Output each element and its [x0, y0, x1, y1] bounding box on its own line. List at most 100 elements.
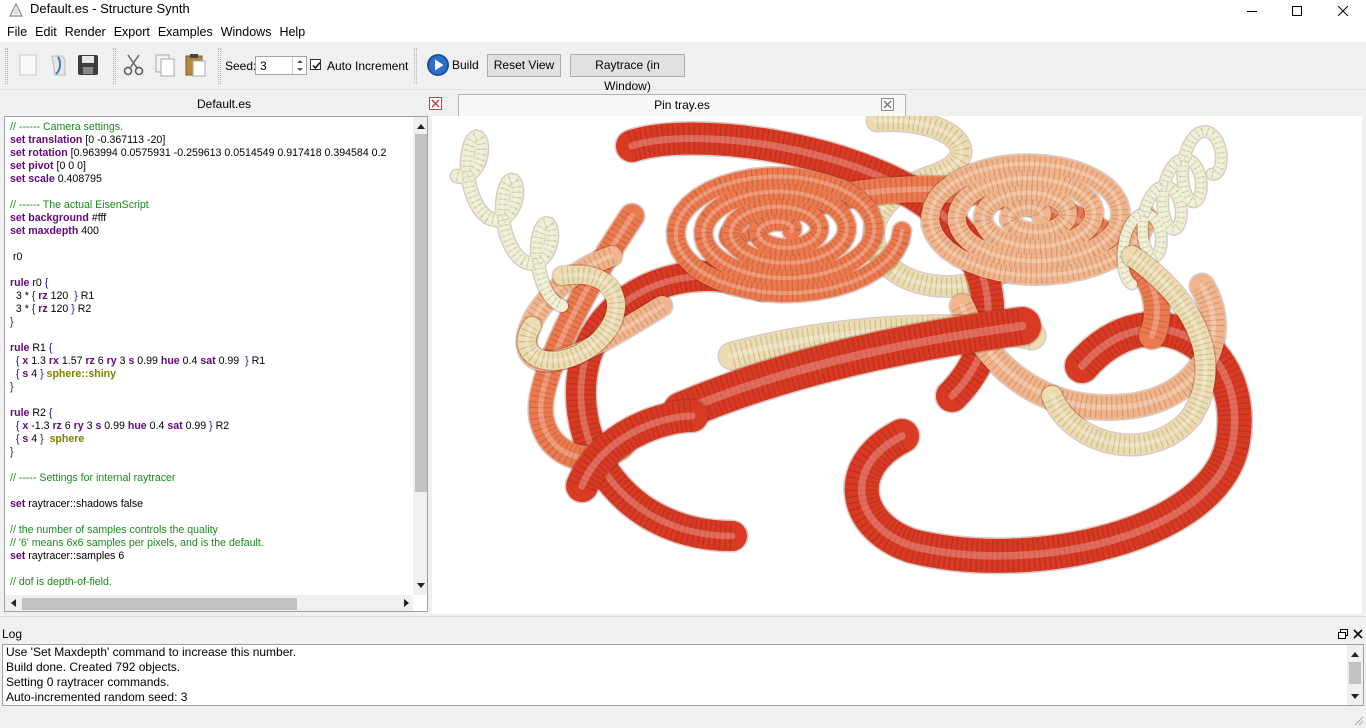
- code-line[interactable]: set scale 0.408795: [10, 173, 410, 186]
- seed-spinner-arrows[interactable]: [292, 57, 306, 74]
- code-line[interactable]: // '6' means 6x6 samples per pixels, and…: [10, 537, 410, 550]
- editor-horizontal-scrollbar[interactable]: [5, 595, 413, 612]
- code-line[interactable]: [10, 563, 410, 576]
- code-token: 3: [116, 355, 129, 367]
- scroll-right-icon[interactable]: [399, 595, 413, 612]
- code-line[interactable]: // ------ Camera settings.: [10, 121, 410, 134]
- code-token: 0.99: [182, 420, 210, 432]
- open-file-icon[interactable]: [47, 52, 71, 78]
- float-icon[interactable]: [1338, 629, 1348, 639]
- editor-hscroll-thumb[interactable]: [22, 598, 297, 610]
- code-line[interactable]: }: [10, 381, 410, 394]
- editor-tab-default[interactable]: Default.es: [4, 94, 444, 114]
- menu-examples[interactable]: Examples: [158, 22, 213, 42]
- minimize-button[interactable]: [1229, 0, 1275, 22]
- editor-tab-close-button[interactable]: [429, 97, 442, 110]
- code-editor[interactable]: // ------ Camera settings. set translatio…: [4, 116, 428, 612]
- code-token: {: [10, 433, 23, 445]
- code-line[interactable]: rule r0 {: [10, 277, 410, 290]
- raytrace-in-window-button[interactable]: Raytrace (in Window): [570, 54, 685, 93]
- code-line[interactable]: [10, 485, 410, 498]
- code-line[interactable]: // ----- Settings for internal raytracer: [10, 472, 410, 485]
- code-token: raytracer::samples 6: [25, 550, 125, 562]
- seed-value[interactable]: 3: [260, 59, 267, 73]
- menu-file[interactable]: File: [7, 22, 27, 42]
- code-line[interactable]: rule R1 {: [10, 342, 410, 355]
- editor-vertical-scrollbar[interactable]: [413, 117, 428, 595]
- code-line[interactable]: { x 1.3 rx 1.57 rz 6 ry 3 s 0.99 hue 0.4…: [10, 355, 410, 368]
- menu-export[interactable]: Export: [114, 22, 150, 42]
- code-token: 400: [78, 225, 99, 237]
- menu-windows[interactable]: Windows: [221, 22, 272, 42]
- code-line[interactable]: rule R2 {: [10, 407, 410, 420]
- spin-arrows-icon[interactable]: [293, 57, 307, 74]
- editor-scroll-thumb[interactable]: [415, 134, 427, 492]
- close-button[interactable]: [1320, 0, 1366, 22]
- cut-icon[interactable]: [122, 52, 146, 78]
- code-line[interactable]: [10, 186, 410, 199]
- code-line[interactable]: [10, 511, 410, 524]
- code-line[interactable]: 3 * { rz 120 } R2: [10, 303, 410, 316]
- reset-view-button[interactable]: Reset View: [487, 54, 561, 77]
- new-file-icon[interactable]: [16, 52, 40, 78]
- code-line[interactable]: // ------ The actual EisenScript: [10, 199, 410, 212]
- build-button[interactable]: Build: [424, 52, 479, 78]
- code-line[interactable]: set maxdepth 400: [10, 225, 410, 238]
- code-line[interactable]: [10, 264, 410, 277]
- code-line[interactable]: // the number of samples controls the qu…: [10, 524, 410, 537]
- toolbar-grip[interactable]: [113, 48, 116, 84]
- code-token: 6: [61, 420, 74, 432]
- viewport-tab-pin-tray[interactable]: Pin tray.es: [458, 94, 906, 116]
- auto-increment-checkbox[interactable]: [310, 59, 321, 70]
- paste-icon[interactable]: [183, 52, 207, 78]
- splitter[interactable]: [0, 616, 1366, 624]
- menu-edit[interactable]: Edit: [35, 22, 57, 42]
- scroll-up-icon[interactable]: [1347, 648, 1363, 660]
- code-line[interactable]: }: [10, 316, 410, 329]
- code-line[interactable]: [10, 459, 410, 472]
- scroll-down-icon[interactable]: [413, 579, 428, 593]
- auto-increment-label[interactable]: Auto Increment: [327, 59, 408, 73]
- code-line[interactable]: { x -1.3 rz 6 ry 3 s 0.99 hue 0.4 sat 0.…: [10, 420, 410, 433]
- code-token: 0.99: [215, 355, 246, 367]
- menu-render[interactable]: Render: [65, 22, 106, 42]
- log-output[interactable]: Use 'Set Maxdepth' command to increase t…: [2, 644, 1364, 706]
- log-dock-title: Log: [0, 624, 1366, 644]
- code-token: 0.408795: [54, 173, 102, 185]
- toolbar-grip[interactable]: [218, 48, 221, 84]
- code-line[interactable]: [10, 238, 410, 251]
- close-icon[interactable]: [1353, 629, 1363, 639]
- code-line[interactable]: set rotation [0.963994 0.0575931 -0.2596…: [10, 147, 410, 160]
- seed-spinbox[interactable]: 3: [255, 56, 307, 75]
- structure-render[interactable]: [432, 116, 1362, 614]
- menu-help[interactable]: Help: [279, 22, 305, 42]
- code-line[interactable]: r0: [10, 251, 410, 264]
- toolbar-grip[interactable]: [414, 48, 417, 84]
- code-line[interactable]: set background #fff: [10, 212, 410, 225]
- maximize-button[interactable]: [1274, 0, 1320, 22]
- scroll-up-icon[interactable]: [413, 119, 428, 133]
- code-line[interactable]: set raytracer::samples 6: [10, 550, 410, 563]
- code-line[interactable]: set translation [0 -0.367113 -20]: [10, 134, 410, 147]
- code-line[interactable]: [10, 329, 410, 342]
- code-line[interactable]: { s 4 } sphere::shiny: [10, 368, 410, 381]
- save-icon[interactable]: [76, 52, 100, 78]
- code-line[interactable]: set pivot [0 0 0]: [10, 160, 410, 173]
- log-scroll-thumb[interactable]: [1349, 662, 1361, 684]
- code-line[interactable]: [10, 394, 410, 407]
- log-vertical-scrollbar[interactable]: [1347, 645, 1363, 705]
- log-line: Setting 0 raytracer commands.: [6, 675, 170, 689]
- code-line[interactable]: // dof is depth-of-field.: [10, 576, 410, 589]
- scroll-left-icon[interactable]: [7, 595, 21, 612]
- code-line[interactable]: }: [10, 446, 410, 459]
- scroll-down-icon[interactable]: [1347, 691, 1363, 703]
- code-text[interactable]: // ------ Camera settings. set translatio…: [10, 121, 410, 589]
- code-line[interactable]: set raytracer::shadows false: [10, 498, 410, 511]
- render-viewport[interactable]: [432, 116, 1362, 614]
- copy-icon[interactable]: [153, 52, 177, 78]
- code-line[interactable]: 3 * { rz 120 } R1: [10, 290, 410, 303]
- resize-grip-icon[interactable]: [1352, 714, 1364, 726]
- toolbar-grip[interactable]: [5, 48, 8, 84]
- code-line[interactable]: { s 4 } sphere: [10, 433, 410, 446]
- viewport-tab-close-button[interactable]: [881, 98, 894, 111]
